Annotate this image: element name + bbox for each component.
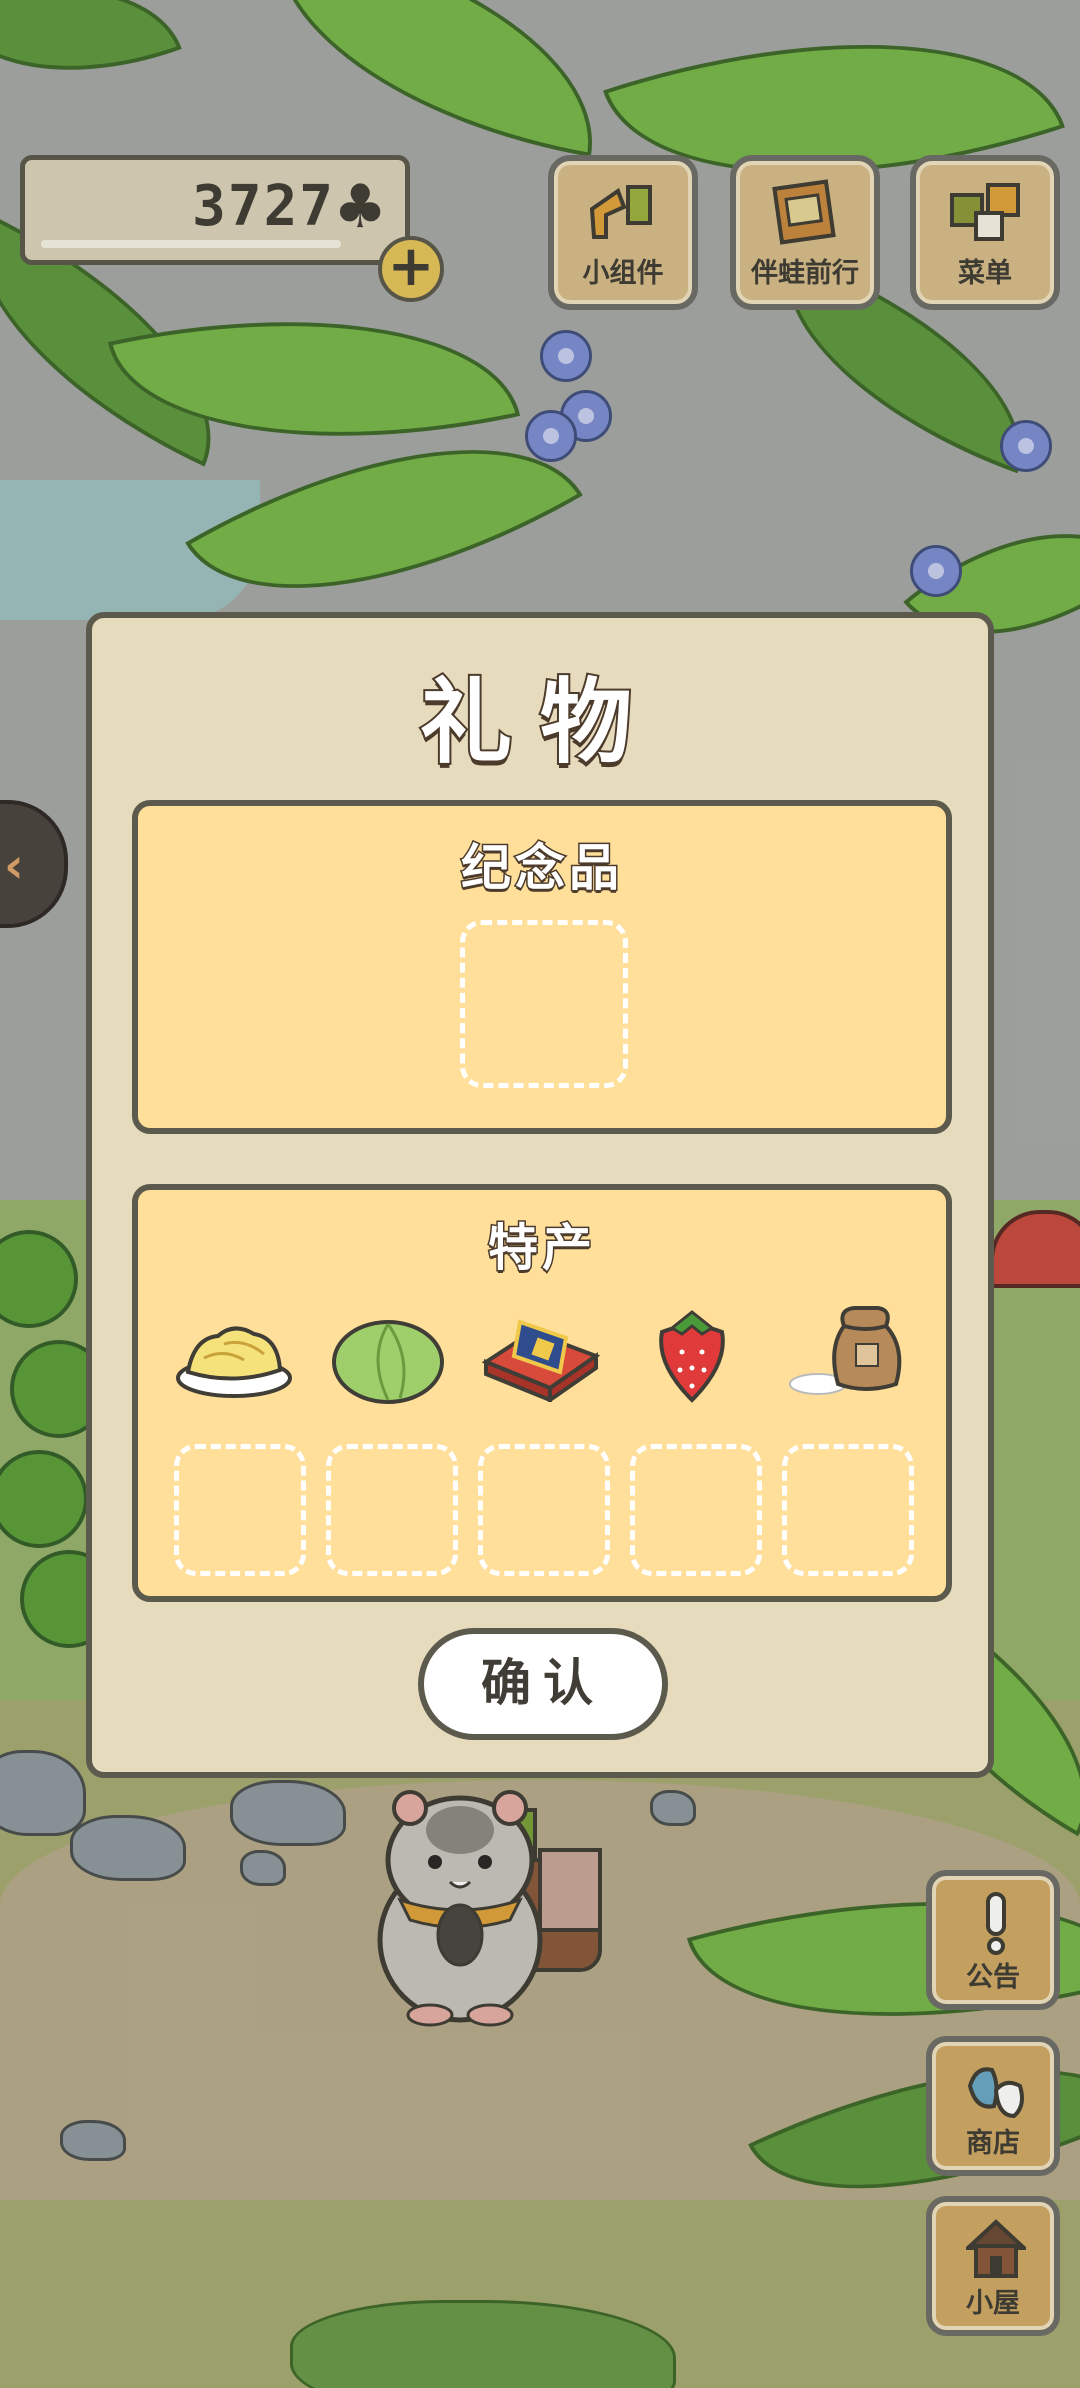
cabbage-icon[interactable]: [328, 1308, 448, 1408]
specialty-slot[interactable]: [630, 1444, 762, 1576]
souvenir-slot[interactable]: [460, 920, 628, 1088]
rice-bag-icon[interactable]: [788, 1298, 908, 1398]
specialty-slot[interactable]: [326, 1444, 458, 1576]
specialty-panel: 特产: [132, 1184, 952, 1602]
specialty-title: 特产: [487, 1218, 596, 1279]
snack-box-icon[interactable]: [480, 1302, 600, 1402]
specialty-slot[interactable]: [174, 1444, 306, 1576]
souvenir-title: 纪念品: [460, 838, 623, 899]
specialty-slot[interactable]: [782, 1444, 914, 1576]
fried-noodles-icon[interactable]: [174, 1308, 294, 1408]
souvenir-panel: 纪念品: [132, 800, 952, 1134]
strawberry-icon[interactable]: [632, 1304, 752, 1404]
dialog-title: 礼物: [418, 667, 660, 778]
confirm-button[interactable]: 确认: [418, 1628, 668, 1740]
specialty-slot[interactable]: [478, 1444, 610, 1576]
gift-dialog: 礼物 纪念品 特产 确认: [86, 612, 994, 1778]
